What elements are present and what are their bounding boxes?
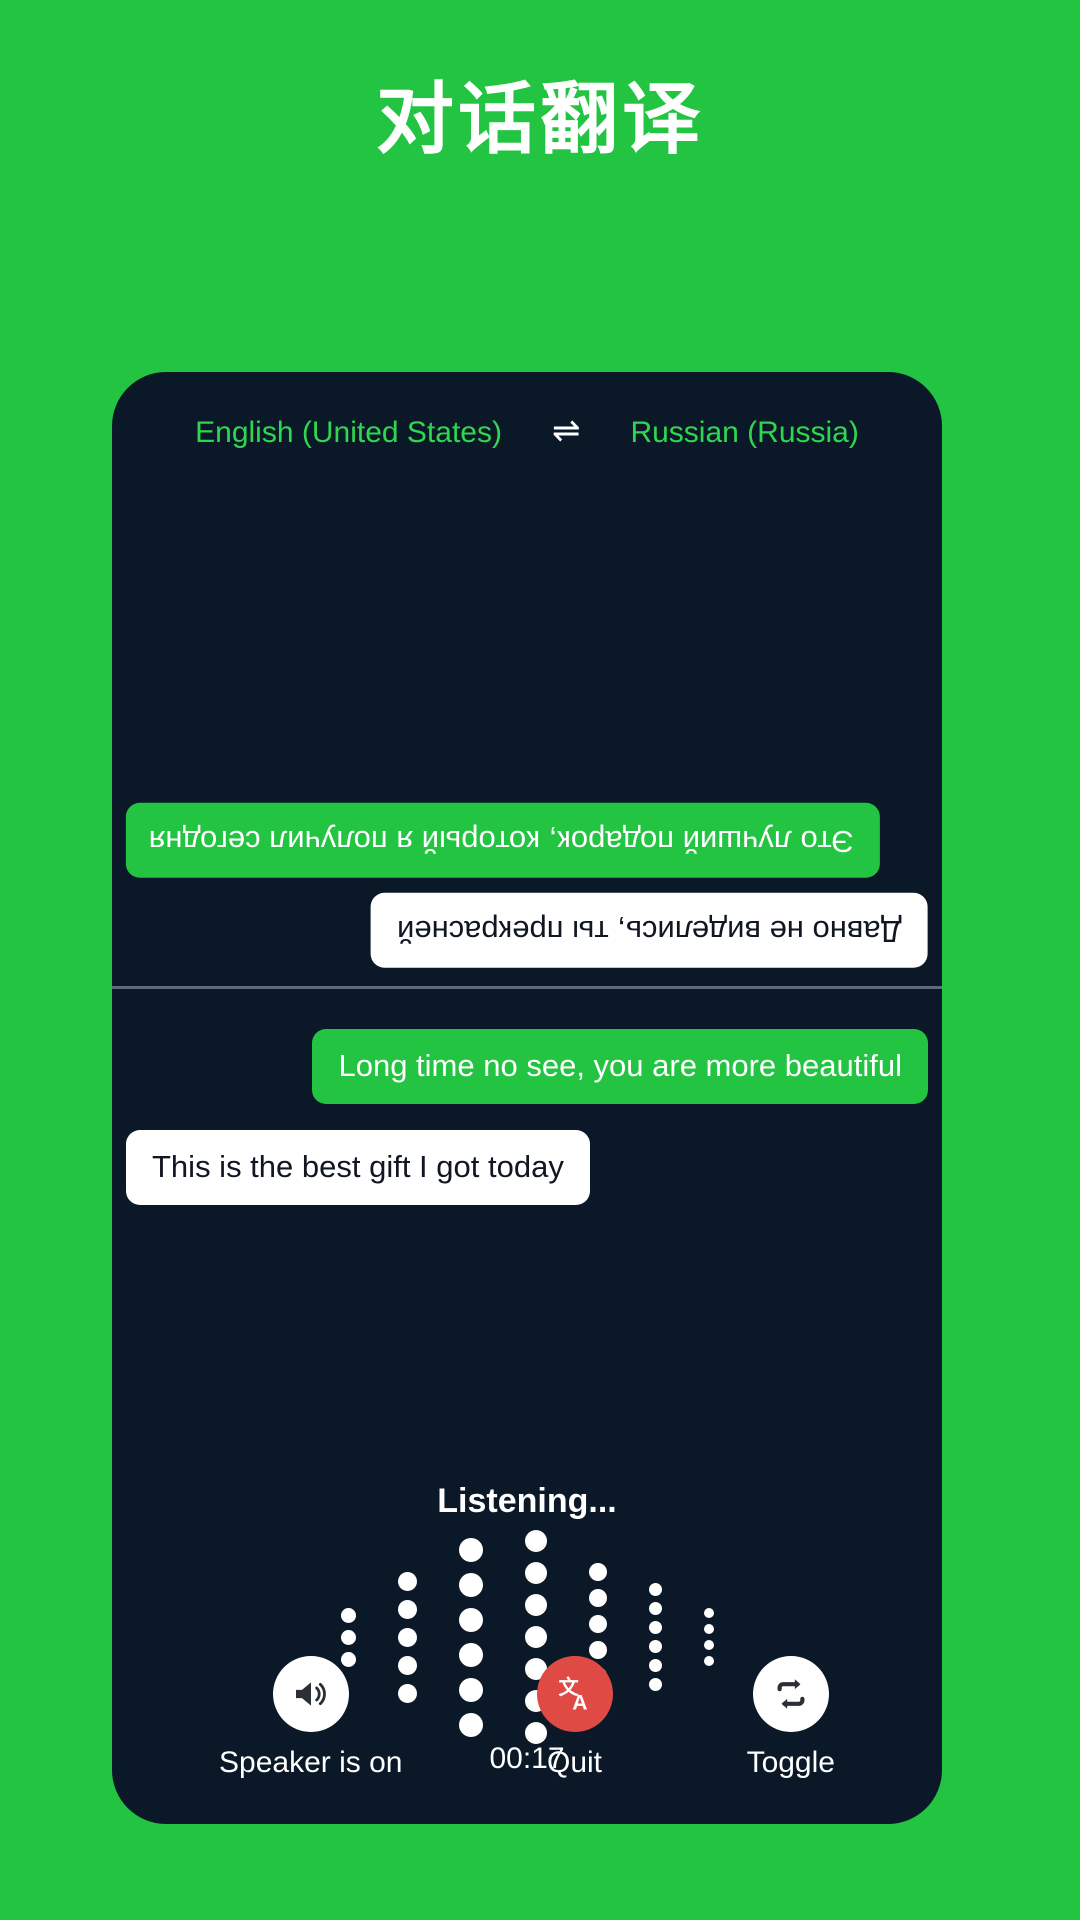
waveform-dot — [588, 1615, 607, 1633]
remote-conversation-pane: Это лучший подарок, который я получил се… — [112, 494, 942, 986]
remote-message-bubble[interactable]: Это лучший подарок, который я получил се… — [126, 802, 880, 878]
waveform-dot — [703, 1640, 714, 1650]
svg-text:A: A — [572, 1692, 587, 1715]
speaker-toggle-button[interactable]: Speaker is on — [219, 1656, 402, 1780]
repeat-icon — [752, 1656, 829, 1732]
language-bar: English (United States) ⇌ Russian (Russi… — [112, 372, 942, 494]
remote-message-bubble[interactable]: Давно не виделись, ты прекрасней — [371, 893, 928, 968]
message-row: This is the best gift I got today — [126, 1129, 928, 1205]
waveform-dot — [524, 1594, 547, 1616]
translate-icon: 文 A — [536, 1656, 613, 1732]
waveform-dot — [703, 1624, 714, 1634]
waveform-dot — [524, 1626, 547, 1648]
waveform-dot — [458, 1537, 483, 1562]
waveform-dot — [588, 1563, 607, 1581]
local-message-bubble[interactable]: This is the best gift I got today — [126, 1129, 590, 1205]
waveform-dot — [397, 1571, 417, 1591]
waveform-dot — [397, 1599, 417, 1619]
speaker-on-icon — [272, 1656, 349, 1732]
swap-languages-icon[interactable]: ⇌ — [552, 414, 581, 448]
waveform-dot — [648, 1602, 662, 1615]
page-title: 对话翻译 — [375, 75, 704, 165]
waveform-dot — [703, 1608, 714, 1618]
phone-card: English (United States) ⇌ Russian (Russi… — [112, 372, 942, 1824]
speaker-toggle-label: Speaker is on — [219, 1746, 403, 1779]
waveform-dot — [340, 1607, 356, 1623]
source-language-selector[interactable]: English (United States) — [195, 416, 502, 450]
waveform-dot — [648, 1621, 662, 1634]
waveform-dot — [648, 1640, 662, 1653]
local-message-bubble[interactable]: Long time no see, you are more beautiful — [312, 1029, 928, 1104]
waveform-dot — [524, 1562, 547, 1584]
message-row: Это лучший подарок, который я получил се… — [126, 802, 928, 878]
waveform-dot — [340, 1629, 356, 1645]
waveform-dot — [588, 1589, 607, 1607]
quit-button[interactable]: 文 A Quit — [536, 1656, 613, 1780]
waveform-dot — [458, 1572, 483, 1597]
waveform-dot — [397, 1627, 417, 1647]
message-row: Long time no see, you are more beautiful — [126, 1029, 928, 1104]
quit-label: Quit — [547, 1746, 603, 1779]
waveform-dot — [524, 1530, 547, 1552]
toggle-button[interactable]: Toggle — [747, 1656, 835, 1780]
waveform-dot — [458, 1607, 483, 1632]
target-language-selector[interactable]: Russian (Russia) — [630, 416, 858, 450]
message-row: Давно не виделись, ты прекрасней — [126, 893, 928, 968]
app-root: 对话翻译 English (United States) ⇌ Russian (… — [0, 0, 1080, 1920]
listening-status-label: Listening... — [437, 1482, 617, 1520]
bottom-controls: Speaker is on 文 A Quit Toggle — [112, 1656, 942, 1780]
local-conversation-pane: Long time no see, you are more beautiful… — [112, 989, 942, 1231]
toggle-label: Toggle — [746, 1746, 835, 1779]
waveform-dot — [648, 1583, 662, 1596]
